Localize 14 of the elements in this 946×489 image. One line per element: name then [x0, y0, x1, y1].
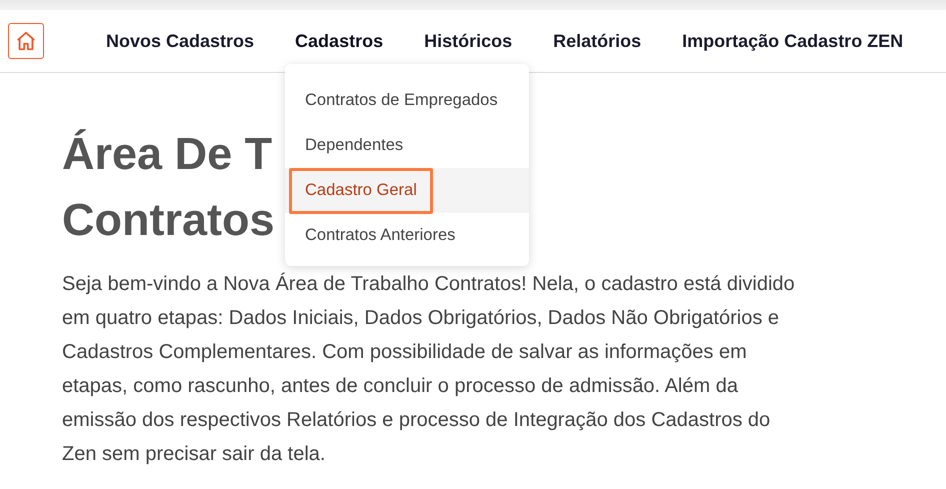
- dropdown-item[interactable]: Contratos de Empregados: [289, 88, 514, 113]
- intro-paragraph: Seja bem-vindo a Nova Área de Trabalho Contratos! Nela, o cadastro está dividido em quatro etapas: Dados Iniciais, Dados Obrigatórios, Dados Não Obrigatórios e Cadastros Complementares. Com possibilidade de salvar as informações em etapas, como rascunho, antes de concluir o processo de admissão. Além da emissão dos respectivos Relatórios e processo de Integração dos Cadastros do Zen sem precisar sair da tela.: [62, 272, 796, 467]
- nav-menu-item[interactable]: Relatórios: [553, 30, 642, 52]
- nav-menu-item[interactable]: Cadastros: [295, 30, 384, 52]
- dropdown-item[interactable]: Cadastro Geral: [289, 168, 433, 214]
- page-heading: Contratos: [62, 193, 274, 247]
- nav-menu-item[interactable]: Novos Cadastros: [106, 30, 254, 52]
- home-icon: [15, 30, 37, 52]
- dropdown-item[interactable]: Contratos Anteriores: [289, 223, 472, 248]
- page-heading: Área De T: [62, 127, 272, 181]
- nav-menu-item[interactable]: Importação Cadastro ZEN: [682, 30, 904, 52]
- home-button[interactable]: [8, 23, 44, 59]
- nav-menu-item[interactable]: Históricos: [424, 30, 512, 52]
- dropdown-item[interactable]: Dependentes: [289, 133, 420, 158]
